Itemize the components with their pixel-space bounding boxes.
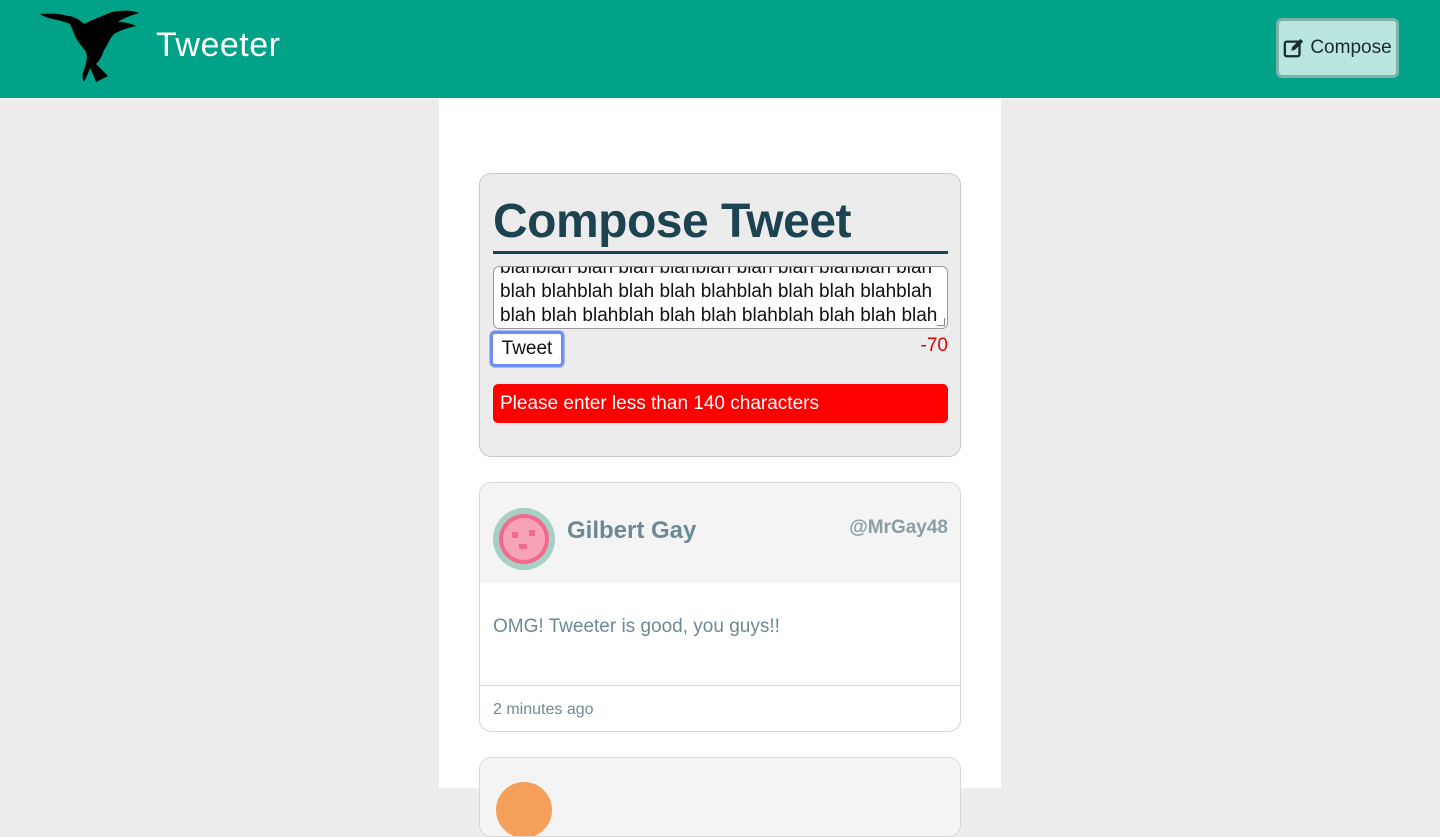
tweet-textarea[interactable]: blahblah blah blah blahblah blah blah bl…	[493, 266, 948, 329]
avatar	[493, 508, 555, 570]
hummingbird-logo[interactable]	[38, 8, 142, 82]
tweet-timestamp: 2 minutes ago	[493, 701, 594, 718]
tweet-text-line: blahblah blah blah blahblah blah blah bl…	[500, 266, 933, 278]
tweet-content: OMG! Tweeter is good, you guys!!	[493, 616, 780, 637]
tweet-header: Gilbert Gay @MrGay48	[480, 483, 960, 583]
main-container: Compose Tweet blahblah blah blah blahbla…	[439, 98, 1001, 837]
tweet-card: Gilbert Gay @MrGay48 OMG! Tweeter is goo…	[479, 482, 961, 732]
resize-handle[interactable]	[937, 318, 945, 326]
avatar	[496, 782, 552, 836]
tweet-text-line: blah blah blahblah blah blah blahblah bl…	[500, 305, 938, 326]
brand-title[interactable]: Tweeter	[156, 26, 280, 65]
compose-section: Compose Tweet blahblah blah blah blahbla…	[479, 173, 961, 457]
tweet-submit-button[interactable]: Tweet	[490, 331, 564, 367]
tweet-author-name: Gilbert Gay	[567, 517, 697, 544]
tweet-text-line: blah blahblah blah blah blahblah blah bl…	[500, 281, 933, 302]
tweet-footer: 2 minutes ago	[480, 685, 960, 731]
tweet-author-handle: @MrGay48	[849, 517, 948, 538]
compose-button-label: Compose	[1310, 37, 1392, 58]
compose-button[interactable]: Compose	[1276, 18, 1399, 78]
error-message: Please enter less than 140 characters	[493, 384, 948, 423]
tweet-card	[479, 757, 961, 837]
avatar-face-icon	[493, 508, 555, 570]
edit-icon	[1284, 38, 1304, 58]
top-nav: Tweeter Compose	[0, 0, 1440, 98]
compose-title: Compose Tweet	[493, 196, 948, 254]
char-counter: -70	[920, 335, 948, 356]
